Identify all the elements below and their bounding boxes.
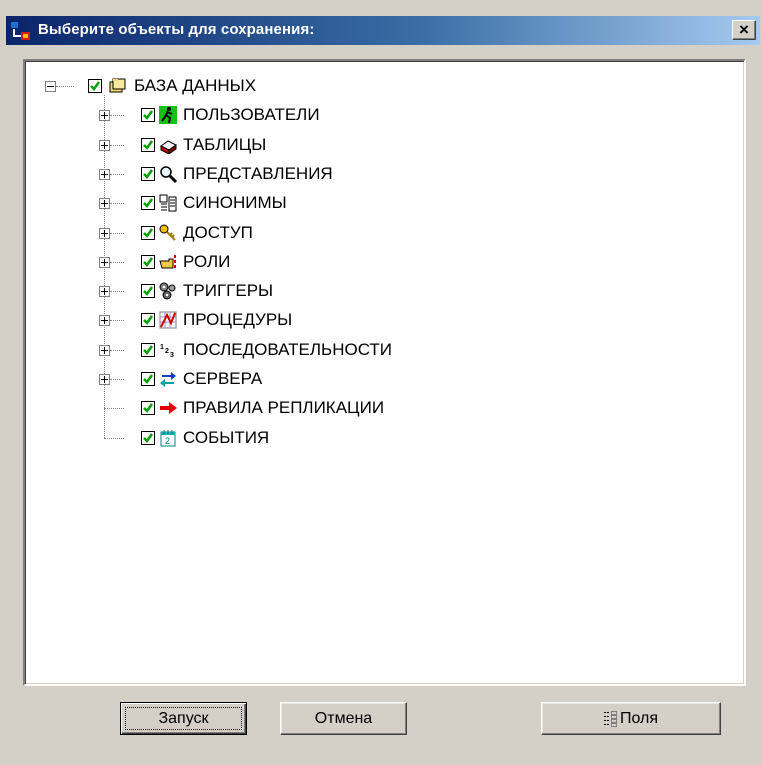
- tree-connector: [110, 349, 124, 351]
- tree-item[interactable]: ПРОЦЕДУРЫ: [25, 309, 744, 333]
- tree-connector: [56, 86, 74, 87]
- checkbox-checked-icon[interactable]: [141, 254, 155, 269]
- tree-item-label: ПОСЛЕДОВАТЕЛЬНОСТИ: [183, 339, 393, 359]
- tree-item-label: РОЛИ: [183, 251, 231, 271]
- tree-item[interactable]: ДОСТУП: [25, 222, 744, 246]
- checkbox-checked-icon[interactable]: [141, 166, 155, 181]
- tree-connector: [110, 144, 124, 146]
- tree-item[interactable]: ТАБЛИЦЫ: [25, 134, 744, 158]
- tree-connector: [110, 203, 124, 205]
- checkbox-checked-icon[interactable]: [141, 284, 155, 299]
- tree-item-label: ПОЛЬЗОВАТЕЛИ: [183, 105, 320, 125]
- expand-toggle[interactable]: [99, 168, 110, 180]
- tree-item-label: ТАБЛИЦЫ: [183, 134, 267, 154]
- svg-text:3: 3: [170, 352, 174, 359]
- fields-icon: [603, 710, 617, 727]
- expand-toggle[interactable]: [99, 198, 110, 210]
- tree-item[interactable]: ТРИГГЕРЫ: [25, 280, 744, 304]
- red-arrow-icon: [160, 402, 177, 415]
- tree-connector: [110, 261, 124, 263]
- tree-item-label: ПРАВИЛА РЕПЛИКАЦИИ: [183, 398, 385, 418]
- expand-toggle[interactable]: [99, 286, 110, 298]
- server-arrows-icon: [160, 372, 176, 387]
- checkbox-checked-icon[interactable]: [141, 372, 155, 386]
- tree-connector: [104, 437, 124, 439]
- pointing-hand-icon: [159, 254, 176, 269]
- checkbox-checked-icon[interactable]: [141, 225, 155, 240]
- tree-connector: [110, 115, 124, 117]
- key-icon: [159, 224, 176, 241]
- tree-connector: [110, 291, 124, 293]
- procedure-chart-icon: [159, 311, 177, 329]
- tree-item-label: ДОСТУП: [183, 222, 253, 242]
- synonym-icon: [159, 194, 177, 212]
- expand-toggle[interactable]: [99, 227, 110, 239]
- tree-connector: [104, 408, 124, 410]
- expand-toggle[interactable]: [99, 374, 110, 385]
- tree-root-database[interactable]: БАЗА ДАННЫХ: [25, 75, 744, 99]
- checkbox-checked-icon[interactable]: [141, 137, 155, 152]
- close-button[interactable]: ×: [732, 20, 756, 40]
- tree-item[interactable]: СИНОНИМЫ: [25, 192, 744, 216]
- checkbox-checked-icon[interactable]: [141, 313, 155, 328]
- database-folders-icon: [109, 78, 126, 93]
- expand-toggle[interactable]: [99, 344, 110, 356]
- checkbox-checked-icon[interactable]: [141, 430, 155, 445]
- tree-item-label: СОБЫТИЯ: [183, 427, 270, 447]
- svg-text:2: 2: [165, 348, 169, 355]
- collapse-toggle[interactable]: [45, 81, 56, 92]
- tree-item-label: СИНОНИМЫ: [183, 193, 287, 213]
- tree-item[interactable]: РОЛИ: [25, 251, 744, 275]
- save-objects-dialog: Выберите объекты для сохранения: × БАЗА …: [0, 0, 762, 765]
- cancel-button-label: Отмена: [314, 710, 373, 727]
- tree-item[interactable]: 2 СОБЫТИЯ: [25, 427, 744, 451]
- tree-item-label: ТРИГГЕРЫ: [183, 281, 274, 301]
- svg-text:2: 2: [165, 436, 170, 446]
- objects-tree-panel: БАЗА ДАННЫХ ПОЛЬЗОВАТЕЛИ ТАБЛИЦЫ ПРЕДСТАВЛЕ…: [23, 59, 746, 686]
- checkbox-checked-icon[interactable]: [141, 108, 155, 123]
- tree-item[interactable]: ПРЕДСТАВЛЕНИЯ: [25, 163, 744, 187]
- focus-rectangle: [125, 707, 242, 730]
- calendar-icon: 2: [160, 429, 176, 447]
- fields-button-label: Поля: [619, 710, 659, 727]
- table-stack-icon: [160, 140, 177, 154]
- checkbox-checked-icon[interactable]: [88, 79, 102, 93]
- expand-toggle[interactable]: [99, 256, 110, 268]
- tree-connector: [110, 320, 124, 322]
- tree-connector: [110, 232, 124, 234]
- checkbox-checked-icon[interactable]: [141, 342, 155, 357]
- checkbox-checked-icon[interactable]: [141, 196, 155, 211]
- app-icon: [11, 22, 30, 40]
- tree-item-label: ПРЕДСТАВЛЕНИЯ: [183, 163, 333, 183]
- expand-toggle[interactable]: [99, 315, 110, 327]
- window-title: Выберите объекты для сохранения:: [38, 21, 315, 38]
- tree-item-label: ПРОЦЕДУРЫ: [183, 310, 293, 330]
- expand-toggle[interactable]: [99, 139, 110, 151]
- close-icon: ×: [739, 20, 749, 39]
- tree-item[interactable]: 1 2 3 ПОСЛЕДОВАТЕЛЬНОСТИ: [25, 339, 744, 363]
- tree-connector: [110, 379, 124, 380]
- objects-tree: БАЗА ДАННЫХ ПОЛЬЗОВАТЕЛИ ТАБЛИЦЫ ПРЕДСТАВЛЕ…: [25, 61, 744, 684]
- trigger-gears-icon: [159, 282, 176, 300]
- tree-item[interactable]: ПОЛЬЗОВАТЕЛИ: [25, 104, 744, 128]
- tree-item-label: БАЗА ДАННЫХ: [134, 76, 257, 95]
- sequence-123-icon: 123: [160, 344, 174, 359]
- tree-connector: [110, 173, 124, 175]
- svg-text:1: 1: [160, 344, 164, 351]
- magnifier-icon: [160, 166, 177, 183]
- fields-button[interactable]: Поля: [541, 702, 721, 735]
- running-user-icon: [159, 106, 177, 125]
- tree-item-label: СЕРВЕРА: [183, 369, 263, 388]
- checkbox-checked-icon[interactable]: [141, 401, 155, 416]
- run-button[interactable]: Запуск: [120, 702, 247, 735]
- title-bar[interactable]: Выберите объекты для сохранения: ×: [6, 16, 760, 45]
- expand-toggle[interactable]: [99, 110, 110, 122]
- cancel-button[interactable]: Отмена: [280, 702, 407, 735]
- tree-item[interactable]: СЕРВЕРА: [25, 368, 744, 392]
- tree-item[interactable]: ПРАВИЛА РЕПЛИКАЦИИ: [25, 397, 744, 421]
